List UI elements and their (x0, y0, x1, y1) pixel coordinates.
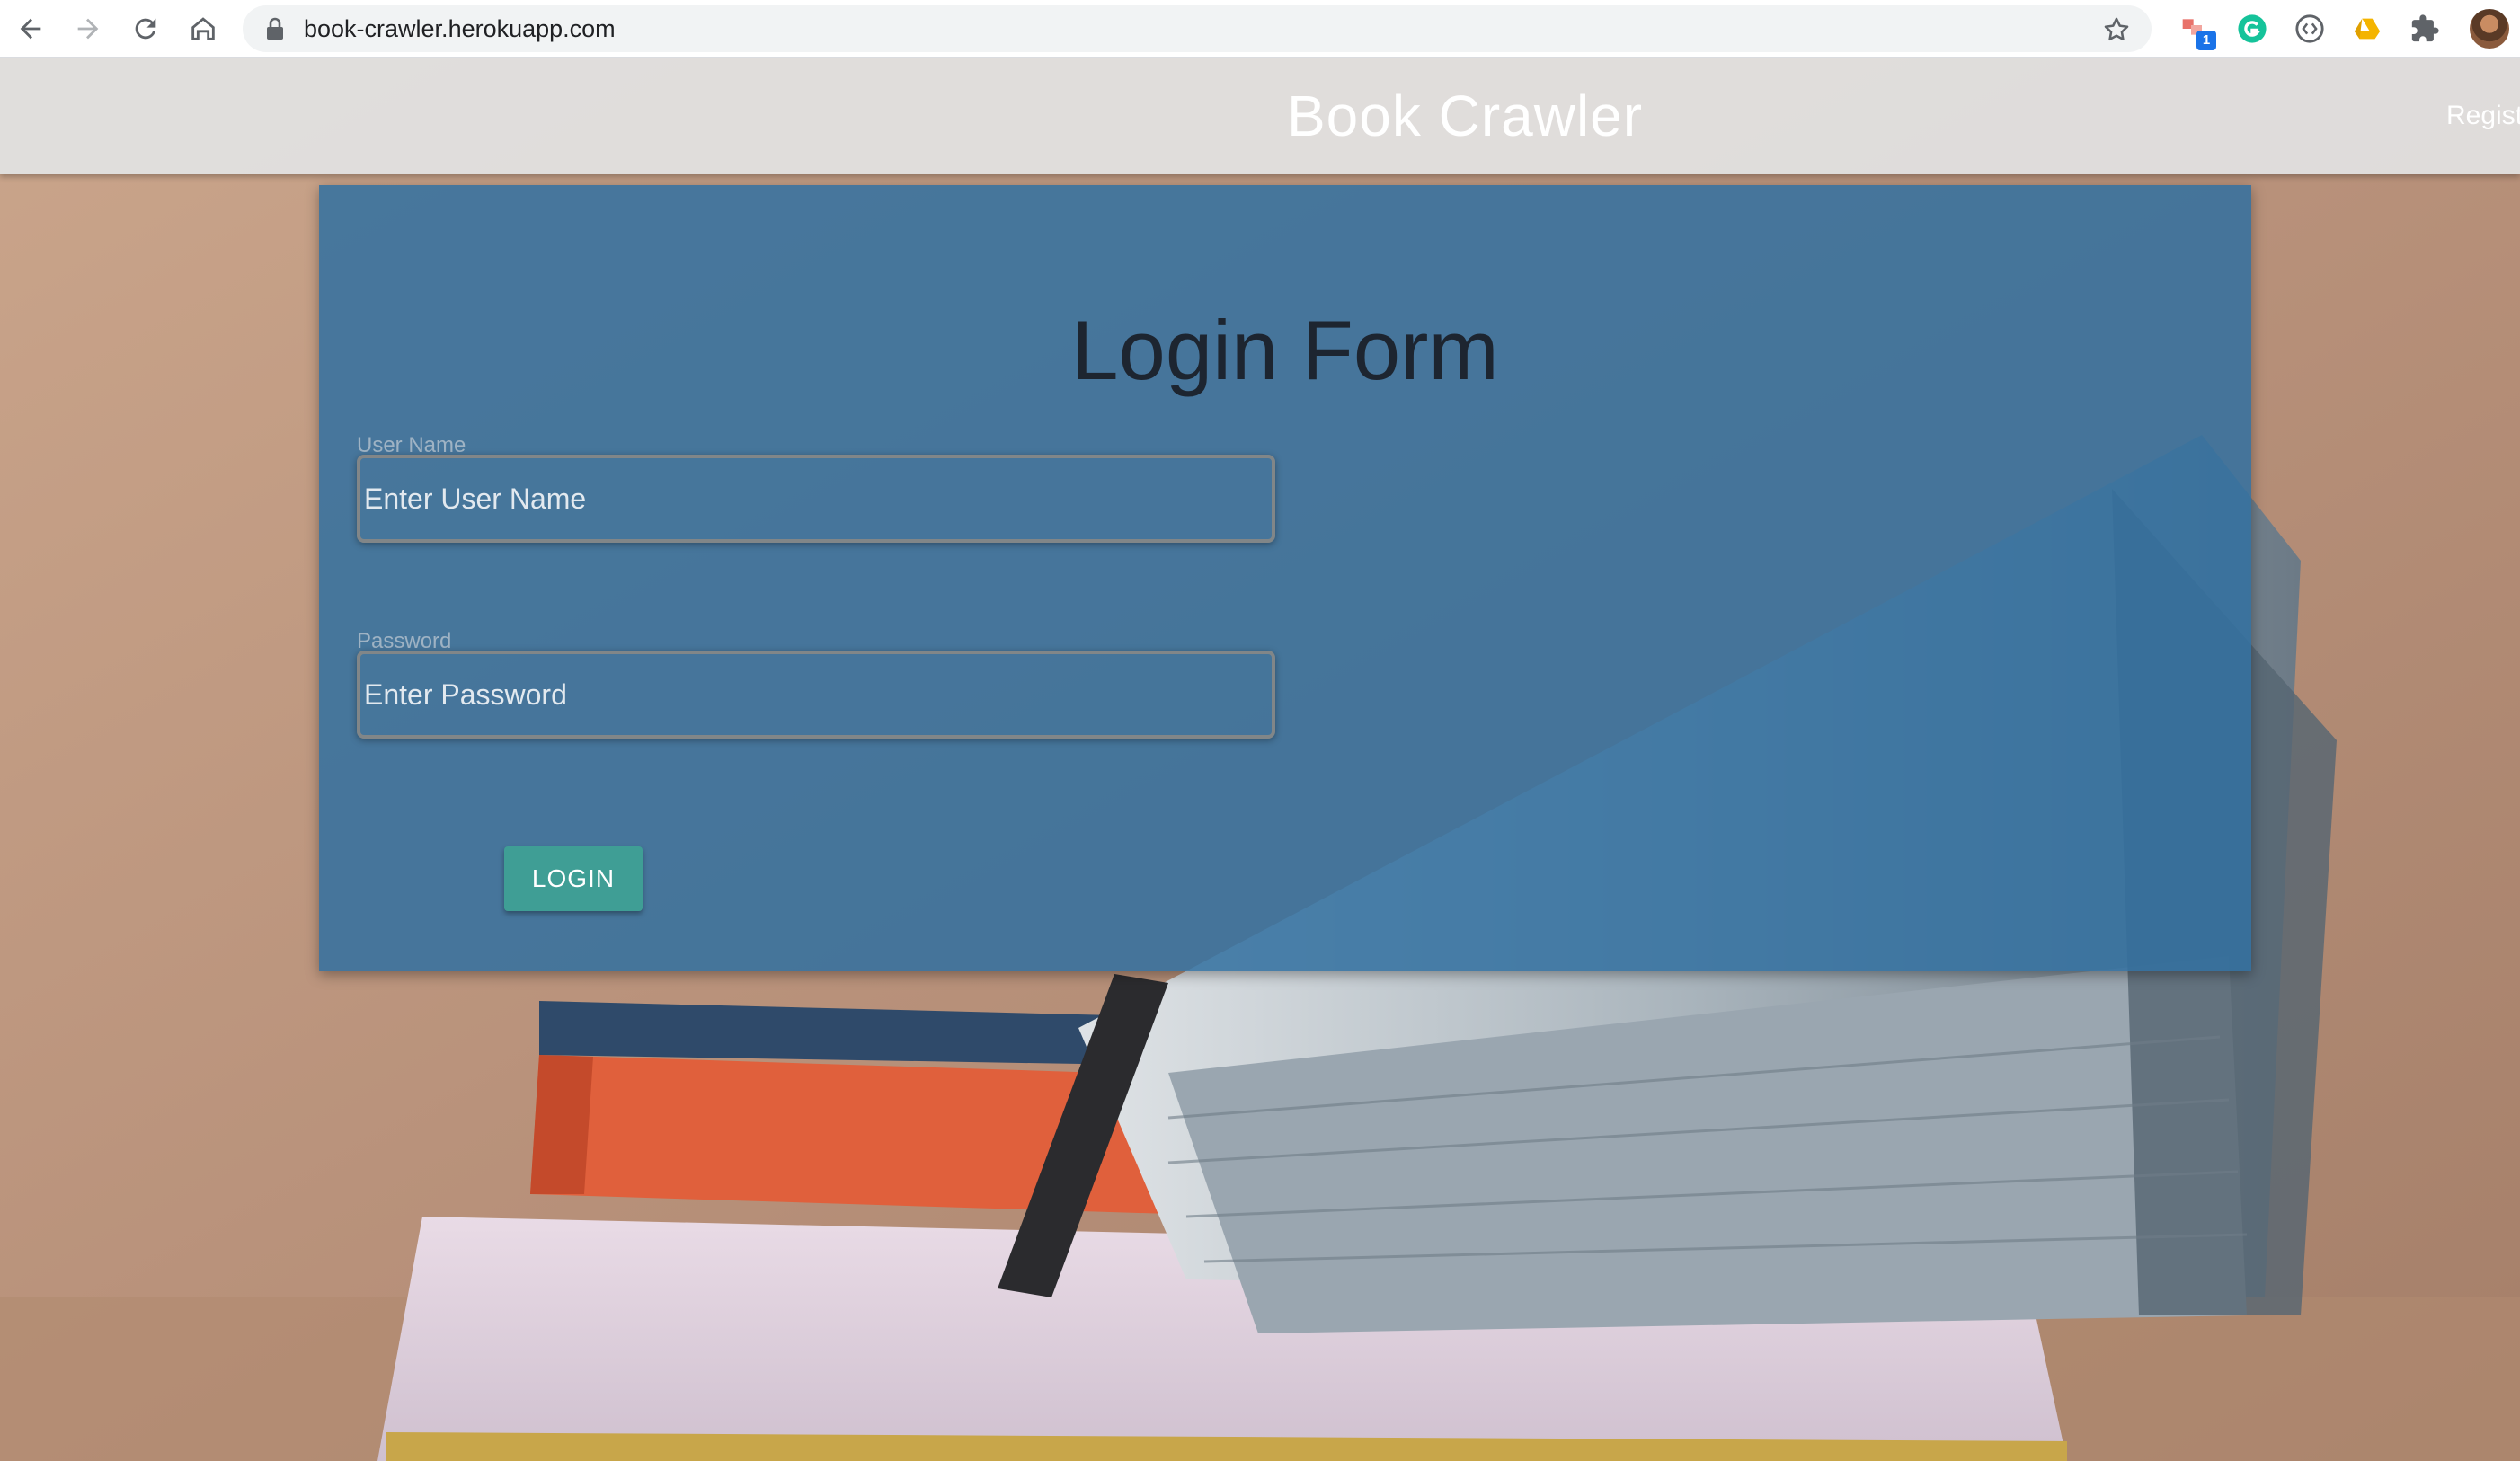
home-icon (191, 17, 215, 40)
back-arrow-icon (20, 18, 41, 40)
browser-toolbar: book-crawler.herokuapp.com 1 (0, 0, 2520, 58)
login-button[interactable]: LOGIN (504, 846, 643, 911)
back-button[interactable] (9, 7, 52, 50)
forward-arrow-icon (77, 18, 99, 40)
code-extension-icon[interactable] (2292, 11, 2328, 47)
app-header: Book Crawler Regist (0, 58, 2520, 174)
url-text: book-crawler.herokuapp.com (304, 15, 616, 42)
profile-avatar[interactable] (2470, 9, 2509, 49)
extension-1-icon[interactable]: 1 (2177, 11, 2216, 50)
login-form-title: Login Form (1071, 303, 1499, 397)
extension-badge: 1 (2196, 31, 2216, 50)
register-link[interactable]: Regist (2446, 58, 2520, 174)
lock-icon (267, 17, 283, 40)
bookmark-star-icon[interactable] (2101, 14, 2132, 45)
home-button[interactable] (182, 7, 225, 50)
reload-icon (135, 18, 156, 40)
extensions-puzzle-icon[interactable] (2407, 11, 2443, 47)
username-input[interactable] (357, 455, 1275, 543)
reload-button[interactable] (124, 7, 167, 50)
login-card: Login Form User Name Password LOGIN (319, 185, 2251, 971)
brand-title[interactable]: Book Crawler (0, 58, 2520, 174)
page: Book Crawler Regist Login Form User Name… (0, 58, 2520, 1461)
forward-button[interactable] (67, 7, 110, 50)
address-bar[interactable]: book-crawler.herokuapp.com (243, 5, 2152, 52)
grammarly-icon[interactable] (2234, 11, 2270, 47)
drive-extension-icon[interactable] (2349, 11, 2385, 47)
password-input[interactable] (357, 651, 1275, 739)
